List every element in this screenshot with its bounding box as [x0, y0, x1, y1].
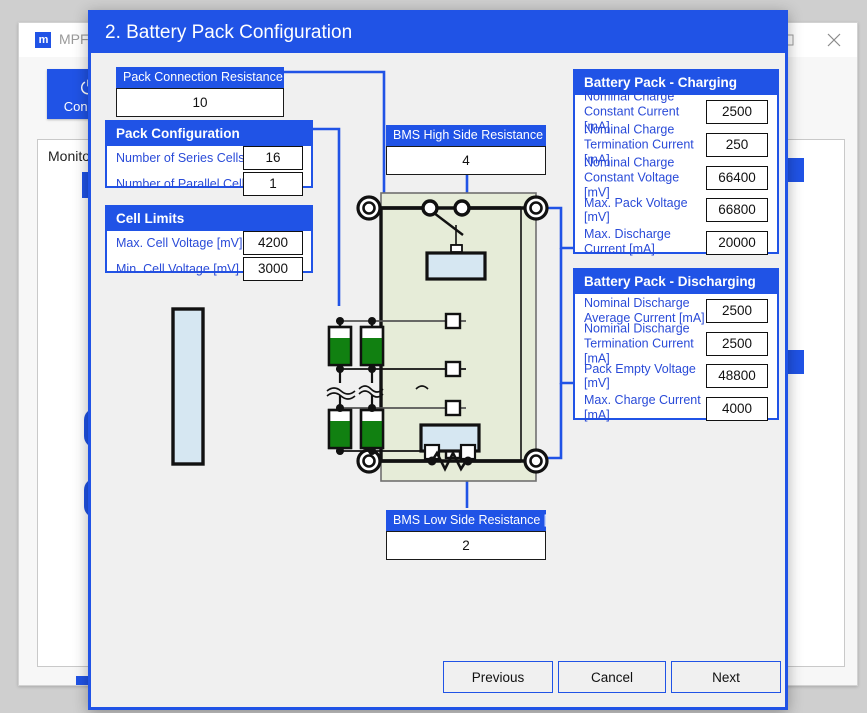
discharging-header: Battery Pack - Discharging	[575, 270, 777, 294]
bms-low-side-resistance-box: BMS Low Side Resistance [mΩ] 2	[386, 510, 546, 560]
bms-high-side-resistance-label: BMS High Side Resistance [mΩ]	[386, 125, 546, 146]
nominal-charge-constant-voltage-input[interactable]: 66400	[706, 166, 768, 190]
field-pack-empty-voltage: Pack Empty Voltage [mV] 48800	[575, 360, 777, 391]
app-logo-icon: m	[35, 32, 51, 48]
field-label: Max. Cell Voltage [mV]	[116, 236, 242, 250]
field-min-cell-voltage: Min. Cell Voltage [mV] 3000	[107, 258, 311, 279]
field-number-of-parallel-cells: Number of Parallel Cells 1	[107, 173, 311, 194]
bms-high-side-resistance-input[interactable]: 4	[386, 146, 546, 175]
dialog-body: Pack Connection Resistance [mΩ] 10 Pack …	[91, 53, 785, 707]
field-number-of-series-cells: Number of Series Cells 16	[107, 147, 311, 168]
pack-connection-resistance-box: Pack Connection Resistance [mΩ] 10	[116, 67, 284, 117]
nominal-charge-termination-current-input[interactable]: 250	[706, 133, 768, 157]
field-max-cell-voltage: Max. Cell Voltage [mV] 4200	[107, 232, 311, 253]
nominal-discharge-termination-current-input[interactable]: 2500	[706, 332, 768, 356]
field-label: Max. Discharge Current [mA]	[584, 227, 706, 257]
previous-button[interactable]: Previous	[443, 661, 553, 693]
field-max-charge-current: Max. Charge Current [mA] 4000	[575, 391, 777, 425]
field-label: Number of Parallel Cells	[116, 177, 251, 191]
field-label: Min. Cell Voltage [mV]	[116, 262, 239, 276]
number-of-parallel-cells-input[interactable]: 1	[243, 172, 303, 196]
pack-connection-resistance-input[interactable]: 10	[116, 88, 284, 117]
cell-limits-header: Cell Limits	[107, 207, 311, 231]
field-nominal-charge-constant-voltage: Nominal Charge Constant Voltage [mV] 664…	[575, 161, 777, 194]
field-label: Max. Charge Current [mA]	[584, 393, 706, 423]
pack-configuration-header: Pack Configuration	[107, 122, 311, 146]
max-charge-current-input[interactable]: 4000	[706, 397, 768, 421]
pack-configuration-group: Pack Configuration Number of Series Cell…	[105, 120, 313, 188]
cancel-button[interactable]: Cancel	[558, 661, 666, 693]
battery-pack-discharging-group: Battery Pack - Discharging Nominal Disch…	[573, 268, 779, 420]
battery-pack-charging-group: Battery Pack - Charging Nominal Charge C…	[573, 69, 779, 254]
dialog-footer: Previous Cancel Next	[91, 649, 785, 707]
max-pack-voltage-input[interactable]: 66800	[706, 198, 768, 222]
pack-empty-voltage-input[interactable]: 48800	[706, 364, 768, 388]
bms-low-side-resistance-input[interactable]: 2	[386, 531, 546, 560]
pack-connection-resistance-label: Pack Connection Resistance [mΩ]	[116, 67, 284, 88]
bms-high-side-resistance-box: BMS High Side Resistance [mΩ] 4	[386, 125, 546, 175]
nominal-charge-constant-current-input[interactable]: 2500	[706, 100, 768, 124]
cell-limits-group: Cell Limits Max. Cell Voltage [mV] 4200 …	[105, 205, 313, 273]
number-of-series-cells-input[interactable]: 16	[243, 146, 303, 170]
dialog-title: 2. Battery Pack Configuration	[91, 13, 785, 53]
field-label: Pack Empty Voltage [mV]	[584, 362, 708, 390]
max-cell-voltage-input[interactable]: 4200	[243, 231, 303, 255]
max-discharge-current-input[interactable]: 20000	[706, 231, 768, 255]
field-max-discharge-current: Max. Discharge Current [mA] 20000	[575, 225, 777, 259]
nominal-discharge-average-current-input[interactable]: 2500	[706, 299, 768, 323]
field-label: Number of Series Cells	[116, 151, 245, 165]
next-button[interactable]: Next	[671, 661, 781, 693]
field-nominal-discharge-termination-current: Nominal Discharge Termination Current [m…	[575, 327, 777, 360]
close-icon[interactable]	[811, 23, 857, 57]
bms-low-side-resistance-label: BMS Low Side Resistance [mΩ]	[386, 510, 546, 531]
min-cell-voltage-input[interactable]: 3000	[243, 257, 303, 281]
battery-pack-configuration-dialog: 2. Battery Pack Configuration	[88, 10, 788, 710]
field-max-pack-voltage: Max. Pack Voltage [mV] 66800	[575, 194, 777, 225]
field-label: Max. Pack Voltage [mV]	[584, 196, 706, 224]
